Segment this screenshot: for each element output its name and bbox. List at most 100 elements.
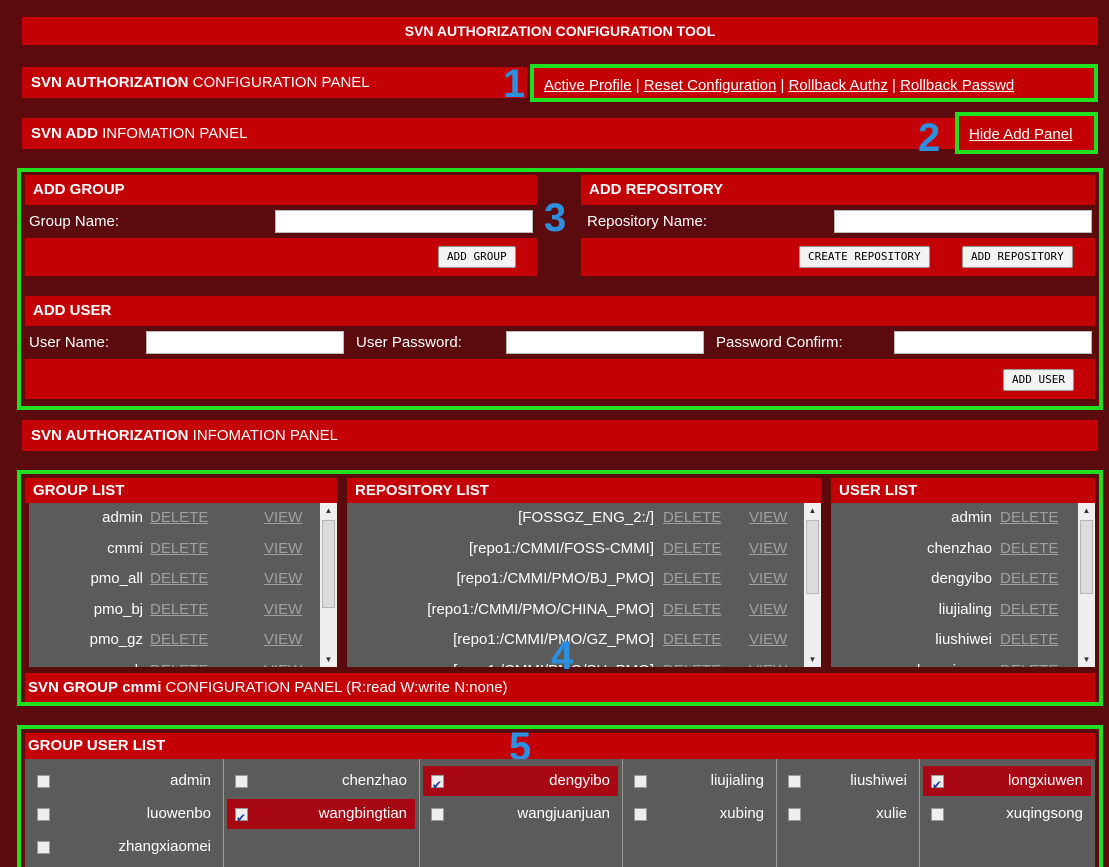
- delete-link[interactable]: DELETE: [150, 625, 208, 655]
- add-user-button[interactable]: ADD USER: [1003, 369, 1074, 391]
- delete-link[interactable]: DELETE: [663, 595, 721, 625]
- checkbox-icon[interactable]: [788, 808, 801, 821]
- group-user-item[interactable]: dengyibo: [423, 766, 618, 800]
- group-user-item[interactable]: xubing: [626, 799, 772, 829]
- user-password-input[interactable]: [506, 331, 704, 354]
- list-item: [repo1:/CMMI/FOSS-CMMI] DELETE VIEW: [347, 534, 821, 565]
- rollback-passwd-link[interactable]: Rollback Passwd: [900, 77, 1014, 94]
- scroll-down-icon[interactable]: ▼: [804, 652, 821, 667]
- scroll-up-icon[interactable]: ▲: [1078, 503, 1095, 518]
- group-list-scrollbar[interactable]: ▲ ▼: [320, 503, 337, 667]
- view-link[interactable]: VIEW: [749, 656, 787, 668]
- column-divider: [776, 759, 777, 867]
- list-item-name: chenzhao: [926, 539, 992, 557]
- checkbox-checked-icon[interactable]: [235, 803, 248, 833]
- group-user-name: xulie: [876, 805, 907, 822]
- list-item: admin DELETE VIEW: [29, 503, 337, 534]
- delete-link[interactable]: DELETE: [663, 564, 721, 594]
- view-link[interactable]: VIEW: [264, 656, 302, 668]
- delete-link[interactable]: DELETE: [150, 564, 208, 594]
- group-name-input[interactable]: [275, 210, 533, 233]
- checkbox-icon[interactable]: [634, 775, 647, 788]
- scroll-thumb[interactable]: [322, 520, 335, 608]
- delete-link[interactable]: DELETE: [663, 503, 721, 533]
- view-link[interactable]: VIEW: [749, 534, 787, 564]
- group-user-item[interactable]: wangjuanjuan: [423, 799, 618, 829]
- checkbox-icon[interactable]: [37, 808, 50, 821]
- delete-link[interactable]: DELETE: [1000, 656, 1058, 668]
- user-list-scrollbar[interactable]: ▲ ▼: [1078, 503, 1095, 667]
- checkbox-icon[interactable]: [634, 808, 647, 821]
- repository-name-input[interactable]: [834, 210, 1092, 233]
- view-link[interactable]: VIEW: [264, 564, 302, 594]
- group-user-item[interactable]: chenzhao: [227, 766, 415, 796]
- add-repository-button[interactable]: ADD REPOSITORY: [962, 246, 1073, 268]
- delete-link[interactable]: DELETE: [1000, 534, 1058, 564]
- group-user-item[interactable]: liujialing: [626, 766, 772, 796]
- group-config-title: SVN GROUP cmmi CONFIGURATION PANEL (R:re…: [25, 673, 1095, 702]
- password-confirm-input[interactable]: [894, 331, 1092, 354]
- list-item: [FOSSGZ_ENG_2:/] DELETE VIEW: [347, 503, 821, 534]
- add-panel-title-rest: INFOMATION PANEL: [97, 125, 248, 142]
- scroll-thumb[interactable]: [806, 520, 819, 594]
- view-link[interactable]: VIEW: [749, 625, 787, 655]
- list-item: dengyibo DELETE: [831, 564, 1095, 595]
- group-user-name: zhangxiaomei: [118, 838, 211, 855]
- delete-link[interactable]: DELETE: [150, 503, 208, 533]
- list-item: liushiwei DELETE: [831, 625, 1095, 656]
- checkbox-icon[interactable]: [431, 808, 444, 821]
- delete-link[interactable]: DELETE: [663, 625, 721, 655]
- checkbox-checked-icon[interactable]: [931, 770, 944, 800]
- group-user-item[interactable]: wangbingtian: [227, 799, 415, 833]
- active-profile-link[interactable]: Active Profile: [544, 77, 632, 94]
- view-link[interactable]: VIEW: [749, 503, 787, 533]
- delete-link[interactable]: DELETE: [663, 656, 721, 668]
- add-group-button[interactable]: ADD GROUP: [438, 246, 516, 268]
- checkbox-checked-icon[interactable]: [431, 770, 444, 800]
- rollback-authz-link[interactable]: Rollback Authz: [789, 77, 888, 94]
- group-user-item[interactable]: xuqingsong: [923, 799, 1091, 829]
- checkbox-icon[interactable]: [37, 775, 50, 788]
- delete-link[interactable]: DELETE: [150, 595, 208, 625]
- scroll-up-icon[interactable]: ▲: [320, 503, 337, 518]
- scroll-thumb[interactable]: [1080, 520, 1093, 594]
- group-user-list-header: GROUP USER LIST: [25, 733, 1095, 759]
- group-user-item[interactable]: admin: [29, 766, 219, 796]
- list-item-name: [repo1:/CMMI/PMO/BJ_PMO]: [456, 570, 654, 587]
- delete-link[interactable]: DELETE: [1000, 564, 1058, 594]
- reset-configuration-link[interactable]: Reset Configuration: [644, 77, 777, 94]
- view-link[interactable]: VIEW: [264, 625, 302, 655]
- view-link[interactable]: VIEW: [264, 534, 302, 564]
- scroll-up-icon[interactable]: ▲: [804, 503, 821, 518]
- checkbox-icon[interactable]: [931, 808, 944, 821]
- scroll-down-icon[interactable]: ▼: [1078, 652, 1095, 667]
- checkbox-icon[interactable]: [788, 775, 801, 788]
- delete-link[interactable]: DELETE: [1000, 503, 1058, 533]
- group-name-label: Group Name:: [29, 213, 120, 230]
- repository-list-scrollbar[interactable]: ▲ ▼: [804, 503, 821, 667]
- link-separator: |: [631, 77, 644, 94]
- view-link[interactable]: VIEW: [749, 564, 787, 594]
- view-link[interactable]: VIEW: [264, 595, 302, 625]
- scroll-down-icon[interactable]: ▼: [320, 652, 337, 667]
- delete-link[interactable]: DELETE: [1000, 595, 1058, 625]
- hide-add-panel-link[interactable]: Hide Add Panel: [969, 126, 1072, 143]
- view-link[interactable]: VIEW: [749, 595, 787, 625]
- group-user-item[interactable]: liushiwei: [780, 766, 915, 796]
- group-config-prefix: SVN GROUP: [28, 679, 119, 696]
- group-user-item[interactable]: luowenbo: [29, 799, 219, 829]
- checkbox-icon[interactable]: [37, 841, 50, 854]
- group-user-item[interactable]: xulie: [780, 799, 915, 829]
- delete-link[interactable]: DELETE: [1000, 625, 1058, 655]
- delete-link[interactable]: DELETE: [150, 656, 208, 668]
- group-user-name: luowenbo: [146, 805, 211, 822]
- group-user-item[interactable]: longxiuwen: [923, 766, 1091, 800]
- user-list-header: USER LIST: [831, 478, 1095, 503]
- group-user-item[interactable]: zhangxiaomei: [29, 832, 219, 862]
- delete-link[interactable]: DELETE: [150, 534, 208, 564]
- create-repository-button[interactable]: CREATE REPOSITORY: [799, 246, 930, 268]
- view-link[interactable]: VIEW: [264, 503, 302, 533]
- delete-link[interactable]: DELETE: [663, 534, 721, 564]
- user-name-input[interactable]: [146, 331, 344, 354]
- checkbox-icon[interactable]: [235, 775, 248, 788]
